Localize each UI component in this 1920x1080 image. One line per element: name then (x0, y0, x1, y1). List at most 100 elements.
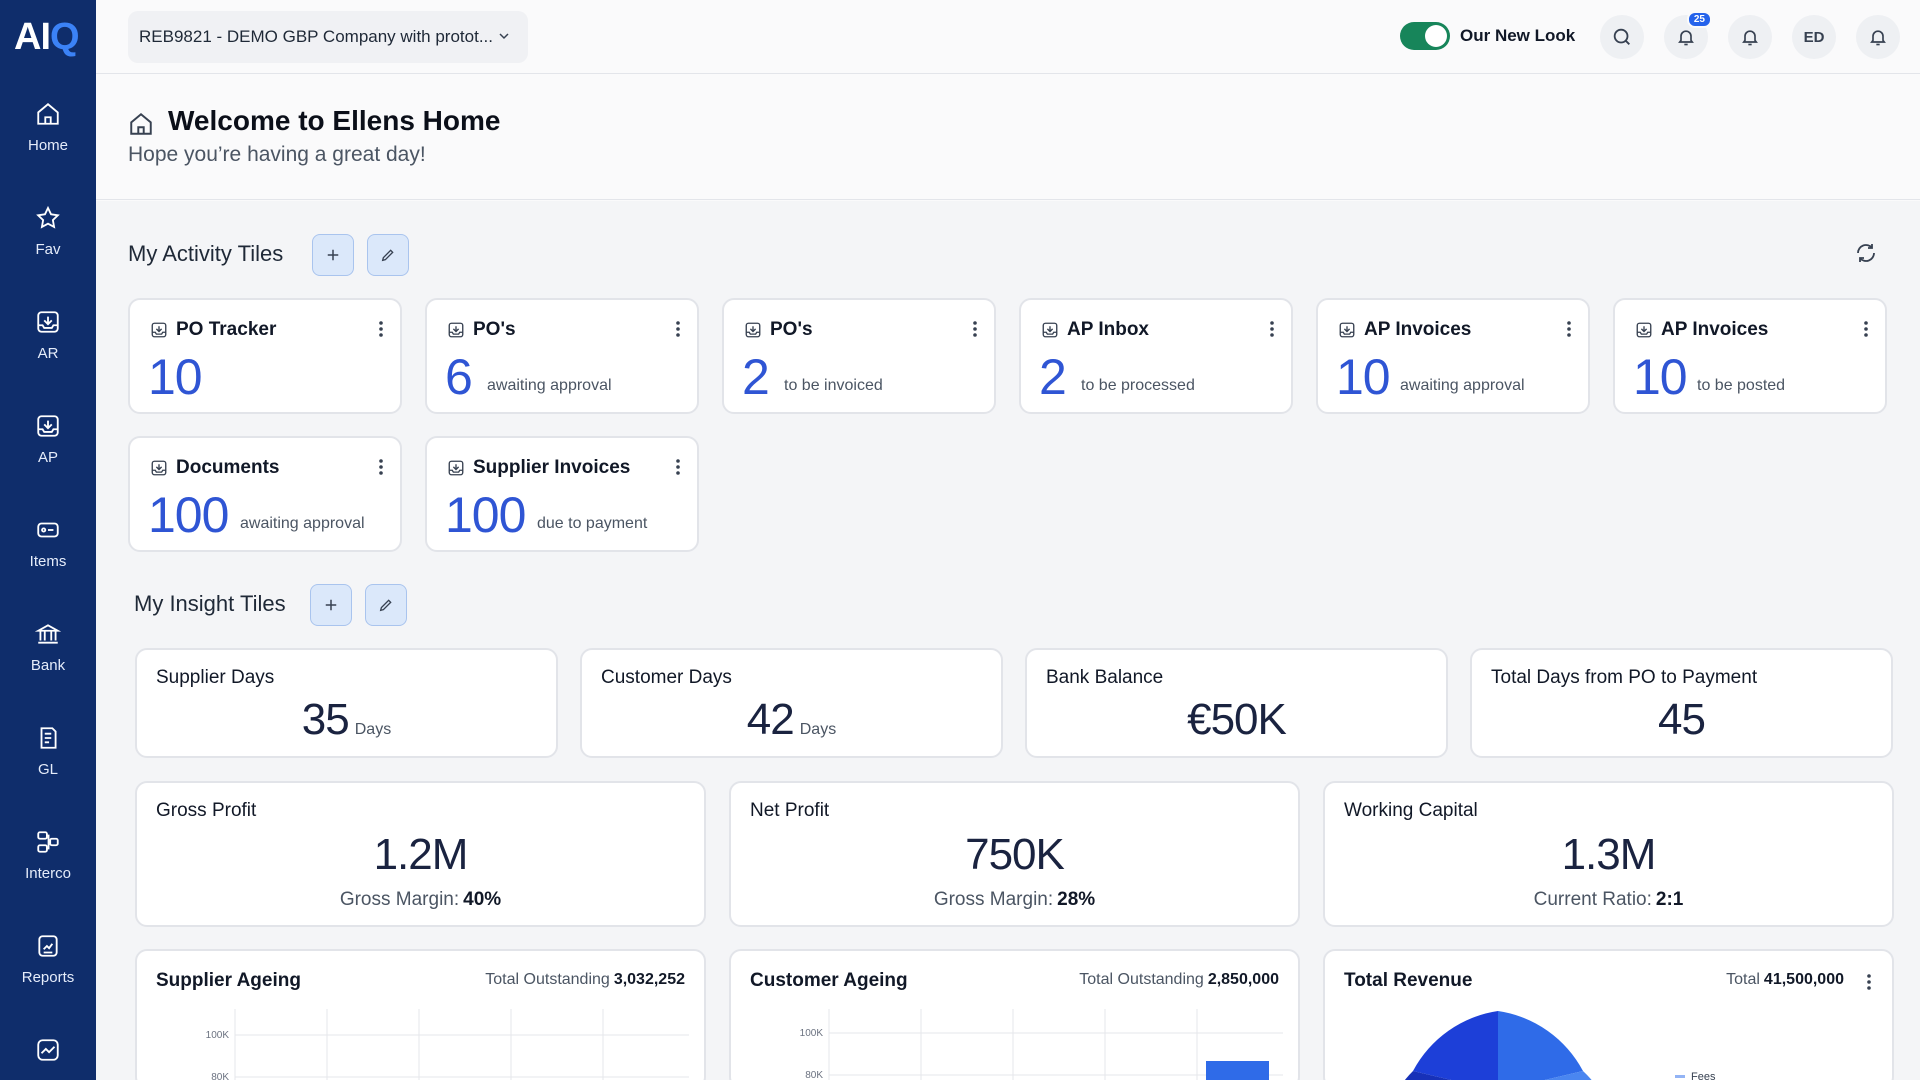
insight-tile[interactable]: Gross Profit 1.2M Gross Margin: 40% (135, 781, 706, 927)
tile-title: Supplier Invoices (473, 457, 631, 478)
edit-insight-tiles-button[interactable] (365, 584, 407, 626)
sidebar-item-reports[interactable]: Reports (0, 933, 96, 1017)
y-tick-label: 80K (211, 1072, 229, 1080)
insight-sub-label: Gross Margin: (933, 889, 1054, 910)
refresh-icon[interactable] (1854, 241, 1878, 265)
activity-tile[interactable]: PO's 6 awaiting approval (425, 298, 699, 414)
tile-title: PO's (770, 319, 813, 340)
activity-tile[interactable]: AP Invoices 10 awaiting approval (1316, 298, 1590, 414)
pencil-icon (379, 599, 392, 612)
sidebar-item-ap[interactable]: AP (0, 413, 96, 497)
insight-sub-label: Current Ratio: (1533, 889, 1652, 910)
total-revenue-tile[interactable]: Total Revenue Total 41,500,000 Fees (1323, 949, 1894, 1080)
tile-title: PO Tracker (176, 319, 277, 340)
y-tick-label: 100K (206, 1030, 230, 1041)
sidebar-item-label: AR (37, 345, 59, 362)
chart-title: Customer Ageing (750, 970, 908, 991)
insight-value: €50K (1187, 695, 1287, 744)
sidebar-item-label: GL (37, 761, 58, 778)
pie-slice (1413, 1011, 1498, 1080)
tile-value: 10 (1633, 349, 1688, 405)
insight-tile[interactable]: Total Days from PO to Payment 45 (1470, 648, 1893, 758)
tile-subtitle: to be processed (1081, 377, 1195, 394)
sidebar-item-interco[interactable]: Interco (0, 829, 96, 913)
y-tick-label: 100K (800, 1028, 824, 1039)
edit-activity-tiles-button[interactable] (367, 234, 409, 276)
more-vertical-icon[interactable] (1269, 320, 1275, 338)
tile-title: AP Invoices (1364, 319, 1472, 340)
supplier-ageing-tile[interactable]: Supplier Ageing Total Outstanding 3,032,2… (135, 949, 706, 1080)
insight-tile[interactable]: Bank Balance €50K (1025, 648, 1448, 758)
page-title: Welcome to Ellens Home (168, 105, 501, 136)
more-vertical-icon[interactable] (675, 458, 681, 476)
activity-tile[interactable]: AP Invoices 10 to be posted (1613, 298, 1887, 414)
chart-title: Supplier Ageing (156, 970, 301, 991)
more-vertical-icon[interactable] (378, 320, 384, 338)
tile-value: 6 (445, 349, 473, 405)
customer-ageing-chart: 100K 80K (800, 1009, 1283, 1080)
user-avatar[interactable]: ED (1792, 15, 1836, 59)
tile-subtitle: awaiting approval (1400, 377, 1525, 394)
more-vertical-icon[interactable] (1566, 320, 1572, 338)
insight-value-row: 45 (1472, 694, 1891, 746)
more-vertical-icon[interactable] (972, 320, 978, 338)
sidebar-item-bank[interactable]: Bank (0, 621, 96, 705)
inbox-download-icon (1042, 322, 1058, 338)
sidebar-item-items[interactable]: Items (0, 517, 96, 601)
insight-tile[interactable]: Supplier Days 35 Days (135, 648, 558, 758)
sidebar-item-label: Items (29, 553, 67, 570)
insight-subline: Gross Margin: 40% (137, 889, 704, 911)
company-selector[interactable]: REB9821 - DEMO GBP Company with protot..… (128, 11, 528, 63)
notifications-button[interactable]: 25 (1664, 11, 1712, 59)
star-icon (36, 205, 60, 229)
sidebar-item-home[interactable]: Home (0, 101, 96, 185)
insight-value: 45 (1658, 695, 1706, 744)
search-button[interactable] (1600, 15, 1644, 59)
sidebar-item-label: Reports (21, 969, 75, 986)
tile-title: Documents (176, 457, 280, 478)
more-vertical-icon[interactable] (675, 320, 681, 338)
tile-value: 10 (148, 349, 203, 405)
add-activity-tile-button[interactable] (312, 234, 354, 276)
insight-title: Total Days from PO to Payment (1491, 667, 1758, 688)
new-look-label: Our New Look (1460, 26, 1576, 45)
tile-title: PO's (473, 319, 516, 340)
insight-value: 750K (965, 830, 1065, 879)
bank-icon (35, 624, 61, 644)
legend-swatch (1675, 1075, 1685, 1078)
more-vertical-icon[interactable] (1863, 320, 1869, 338)
add-insight-tile-button[interactable] (310, 584, 352, 626)
dashboard-content: My Activity Tiles PO Tracker 10 PO's 6 a… (96, 201, 1920, 1080)
bar (1206, 1061, 1269, 1080)
chevron-down-icon (499, 33, 509, 40)
insight-tile[interactable]: Net Profit 750K Gross Margin: 28% (729, 781, 1300, 927)
insight-sub-value: 40% (463, 889, 502, 910)
insight-tile[interactable]: Customer Days 42 Days (580, 648, 1003, 758)
activity-tile[interactable]: Supplier Invoices 100 due to payment (425, 436, 699, 552)
sidebar-item-analytics[interactable] (0, 1037, 96, 1080)
legend-label: Fees (1691, 1071, 1716, 1080)
chart-total: Total Outstanding 2,850,000 (1079, 971, 1279, 989)
notification-badge: 25 (1686, 11, 1712, 28)
sidebar-item-gl[interactable]: GL (0, 725, 96, 809)
activity-tile[interactable]: PO Tracker 10 (128, 298, 402, 414)
reminders-button[interactable] (1856, 15, 1900, 59)
sidebar-item-fav[interactable]: Fav (0, 205, 96, 289)
new-look-toggle[interactable] (1400, 22, 1450, 50)
insight-sub-value: 28% (1057, 889, 1096, 910)
activity-tile[interactable]: AP Inbox 2 to be processed (1019, 298, 1293, 414)
activity-tile[interactable]: PO's 2 to be invoiced (722, 298, 996, 414)
insight-title: Customer Days (601, 667, 732, 688)
customer-ageing-tile[interactable]: Customer Ageing Total Outstanding 2,850,0… (729, 949, 1300, 1080)
activity-tile[interactable]: Documents 100 awaiting approval (128, 436, 402, 552)
insight-section-title: My Insight Tiles (134, 591, 286, 616)
tile-subtitle: to be posted (1697, 377, 1786, 394)
app-logo[interactable]: AIQ (14, 14, 80, 60)
insight-tile[interactable]: Working Capital 1.3M Current Ratio: 2:1 (1323, 781, 1894, 927)
tile-subtitle: to be invoiced (784, 377, 883, 394)
sidebar-item-ar[interactable]: AR (0, 309, 96, 393)
alerts-button[interactable] (1728, 15, 1772, 59)
chart-total-label: Total Outstanding (485, 971, 610, 988)
pie-slice (1498, 1011, 1583, 1080)
more-vertical-icon[interactable] (378, 458, 384, 476)
